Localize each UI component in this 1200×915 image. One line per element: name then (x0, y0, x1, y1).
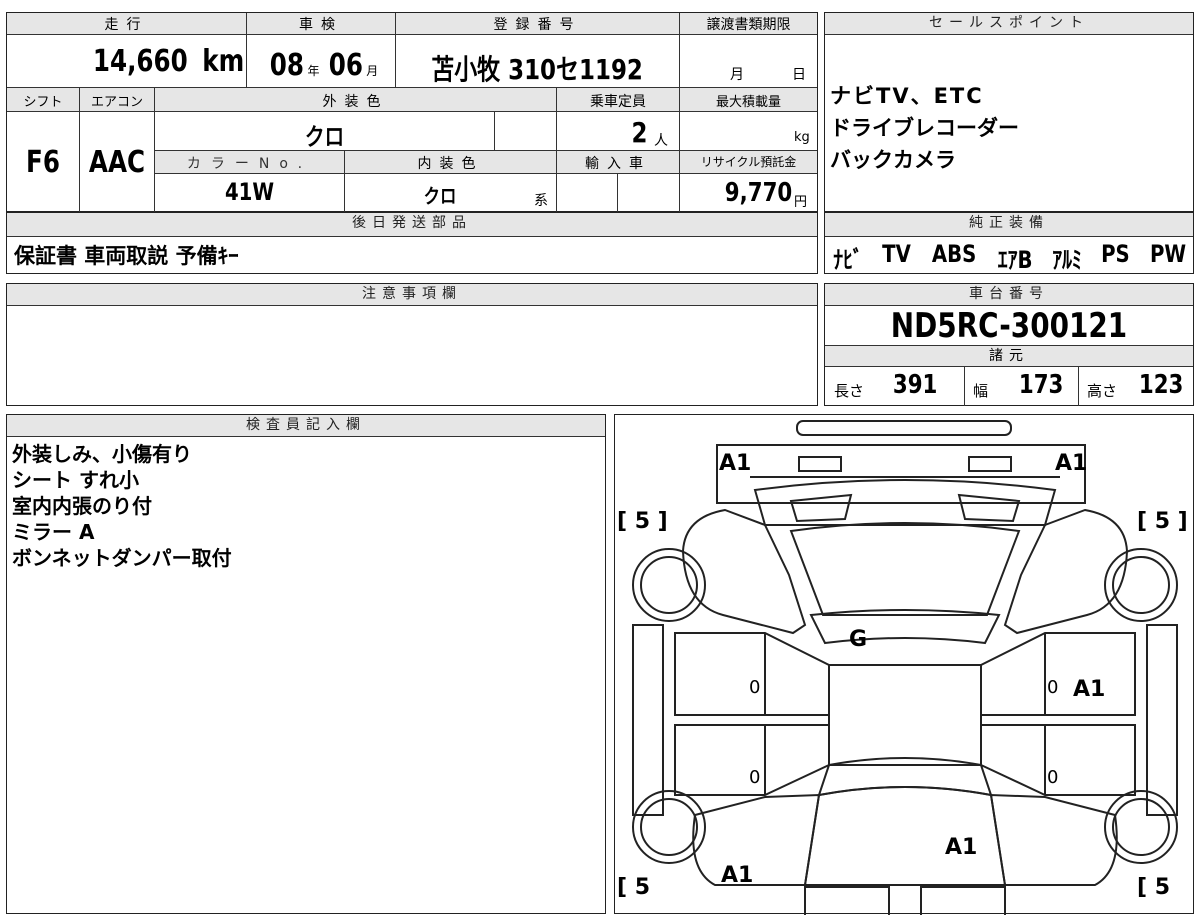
tire-front-right: [ 5 ] (1137, 509, 1188, 534)
recycle-deposit-unit: 円 (794, 195, 808, 210)
notes-label: 注意事項欄 (7, 284, 817, 306)
capacity-label: 乗車定員 (590, 94, 646, 110)
color-number-label: カラーNo. (186, 156, 313, 172)
mark-rear-left: A1 (721, 863, 754, 888)
mark-door-right-rear: 0 (1047, 767, 1059, 788)
sales-point-line: ドライブレコーダー (830, 116, 1019, 140)
inspection-month: 06 (328, 48, 363, 83)
inspector-line: ミラー A (12, 520, 95, 544)
later-parts-label: 後日発送部品 (7, 213, 817, 237)
mark-front-left: A1 (719, 451, 752, 476)
mark-windshield: G (849, 627, 868, 652)
mileage-unit: km (202, 44, 244, 79)
max-load-label: 最大積載量 (715, 95, 781, 110)
interior-color-suffix: 系 (534, 193, 548, 209)
shift-label: シフト (23, 95, 63, 110)
transfer-day-unit: 日 (792, 67, 806, 83)
equipment-item: PS (1101, 240, 1130, 268)
length-label: 長さ (834, 382, 865, 400)
max-load-unit: kg (794, 130, 810, 145)
registration-label: 登録番号 (493, 17, 582, 33)
inspector-line: シート すれ小 (12, 468, 139, 492)
inspection-label: 車検 (299, 17, 343, 33)
capacity-unit: 人 (654, 133, 668, 149)
tire-rear-left: [ 5 (617, 875, 651, 900)
equipment-item: TV (882, 240, 911, 268)
equipment-item: ｴｱB (997, 246, 1033, 274)
genuine-equipment-label: 純正装備 (825, 213, 1193, 237)
interior-color-value: クロ (423, 184, 457, 208)
registration-number: 苫小牧 310セ1192 (431, 53, 644, 86)
aircon-label: エアコン (90, 95, 143, 110)
width-value: 173 (1018, 370, 1064, 400)
later-parts-value: 保証書 車両取説 予備ｷｰ (14, 244, 239, 268)
sales-point-line: ナビTV、ETC (830, 84, 984, 108)
length-value: 391 (892, 370, 938, 400)
inspection-year: 08 (269, 48, 304, 83)
exterior-color-label: 外装色 (322, 94, 389, 110)
genuine-equipment-list: ﾅﾋﾞ TV ABS ｴｱB ｱﾙﾐ PS PW (830, 240, 1190, 275)
sales-points-label: セールスポイント (825, 13, 1193, 35)
height-label: 高さ (1087, 382, 1118, 400)
capacity-value: 2 (631, 116, 647, 149)
sales-point-line: バックカメラ (830, 148, 956, 172)
transfer-month-unit: 月 (730, 67, 744, 83)
inspector-line: ボンネットダンパー取付 (12, 546, 232, 570)
equipment-item: ﾅﾋﾞ (833, 246, 863, 274)
width-label: 幅 (973, 382, 989, 400)
specs-label: 諸元 (825, 345, 1193, 367)
inspector-line: 外装しみ、小傷有り (12, 442, 192, 466)
equipment-item: ｱﾙﾐ (1052, 246, 1082, 274)
height-value: 123 (1138, 370, 1184, 400)
import-label: 輸入車 (585, 156, 651, 172)
exterior-color-value: クロ (304, 123, 345, 151)
inspection-year-unit: 年 (307, 64, 320, 78)
recycle-deposit-value: 9,770 (724, 178, 792, 208)
inspection-month-unit: 月 (366, 64, 379, 78)
car-diagram-box: A1 A1 G A1 A1 A1 0 0 0 0 [ 5 ] [ 5 ] [ 5… (614, 414, 1194, 915)
mark-door-right-front: 0 (1047, 677, 1059, 698)
mark-front-right: A1 (1055, 451, 1088, 476)
transfer-deadline-label: 譲渡書類期限 (706, 17, 791, 33)
chassis-number: ND5RC-300121 (890, 306, 1128, 346)
mark-door-left-front: 0 (749, 677, 761, 698)
equipment-item: PW (1149, 240, 1187, 268)
tire-rear-right: [ 5 (1137, 875, 1171, 900)
interior-color-label: 内装色 (417, 156, 484, 172)
car-diagram-outline (632, 420, 1178, 915)
equipment-item: ABS (931, 240, 977, 268)
mark-door-left-rear: 0 (749, 767, 761, 788)
mark-right-door: A1 (1073, 677, 1106, 702)
shift-value: F6 (26, 145, 60, 180)
tire-front-left: [ 5 ] (617, 509, 668, 534)
mileage-value: 14,660 (92, 44, 188, 79)
mileage-label: 走行 (104, 17, 149, 33)
inspector-notes: 外装しみ、小傷有り シート すれ小 室内内張のり付 ミラー A ボンネットダンパ… (12, 441, 232, 571)
chassis-label: 車台番号 (825, 284, 1193, 306)
color-number-value: 41W (224, 178, 275, 206)
mark-trunk: A1 (945, 835, 978, 860)
inspector-line: 室内内張のり付 (12, 494, 152, 518)
recycle-deposit-label: リサイクル預託金 (700, 155, 797, 169)
aircon-value: AAC (88, 145, 146, 180)
sales-points-list: ナビTV、ETC ドライブレコーダー バックカメラ (830, 80, 1019, 176)
inspector-label: 検査員記入欄 (7, 415, 605, 437)
